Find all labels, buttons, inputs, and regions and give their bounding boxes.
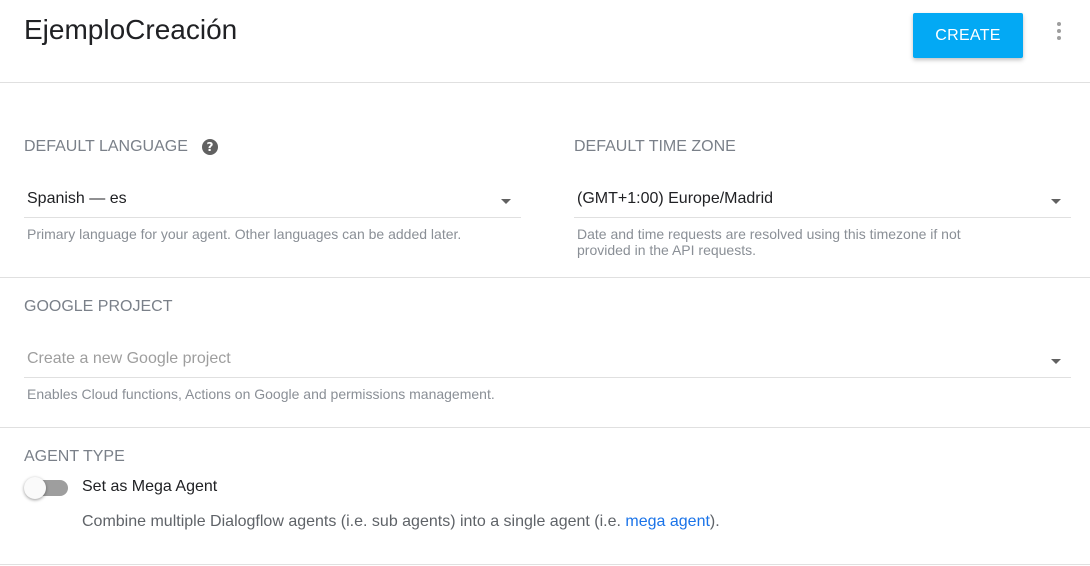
divider: [0, 564, 1090, 565]
default-timezone-label: DEFAULT TIME ZONE: [574, 138, 736, 155]
divider: [0, 427, 1090, 428]
description-end: ).: [709, 513, 720, 530]
page-title: EjemploCreación: [24, 14, 238, 45]
description-text: Combine multiple Dialogflow agents (i.e.…: [82, 513, 626, 530]
chevron-down-icon: [1051, 359, 1061, 364]
chevron-down-icon: [1051, 199, 1061, 204]
default-language-select[interactable]: Spanish — es: [24, 184, 521, 218]
google-project-hint: Enables Cloud functions, Actions on Goog…: [27, 386, 495, 402]
toggle-thumb: [24, 477, 46, 499]
mega-agent-toggle-label: Set as Mega Agent: [82, 478, 218, 495]
header: EjemploCreación CREATE: [0, 0, 1090, 83]
google-project-select[interactable]: Create a new Google project: [24, 344, 1071, 378]
create-button[interactable]: CREATE: [913, 13, 1023, 58]
divider: [0, 277, 1090, 278]
agent-type-label: AGENT TYPE: [24, 448, 125, 465]
mega-agent-link[interactable]: mega agent: [625, 513, 710, 530]
default-timezone-hint: Date and time requests are resolved usin…: [577, 226, 961, 258]
google-project-placeholder: Create a new Google project: [27, 350, 231, 367]
default-language-hint: Primary language for your agent. Other l…: [27, 226, 462, 242]
mega-agent-description: Combine multiple Dialogflow agents (i.e.…: [82, 513, 720, 531]
default-timezone-value: (GMT+1:00) Europe/Madrid: [577, 190, 774, 207]
google-project-label: GOOGLE PROJECT: [24, 298, 173, 315]
default-language-value: Spanish — es: [27, 190, 127, 207]
default-language-label: DEFAULT LANGUAGE: [24, 138, 188, 155]
default-timezone-select[interactable]: (GMT+1:00) Europe/Madrid: [574, 184, 1071, 218]
timezone-hint-line1: Date and time requests are resolved usin…: [577, 226, 961, 242]
timezone-hint-line2: provided in the API requests.: [577, 242, 756, 258]
more-options-icon[interactable]: [1052, 22, 1066, 44]
chevron-down-icon: [501, 199, 511, 204]
help-icon[interactable]: ?: [202, 139, 218, 155]
mega-agent-toggle[interactable]: [24, 477, 70, 499]
